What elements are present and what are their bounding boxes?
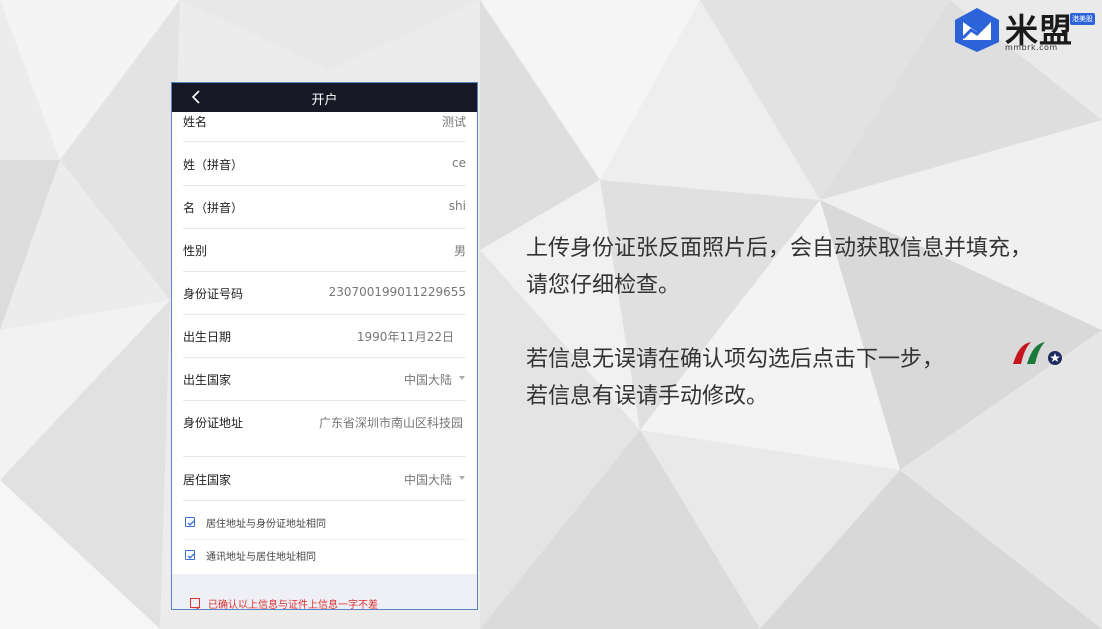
mail-chart-logo-icon [955, 8, 999, 52]
description-line: 若信息无误请在确认项勾选后点击下一步， [526, 347, 945, 372]
checkbox-label: 通讯地址与居住地址相同 [206, 552, 316, 563]
field-row-name[interactable]: 姓名 测试 [183, 99, 466, 142]
field-label: 出生国家 [183, 373, 232, 387]
dropdown-caret-icon [459, 376, 465, 380]
field-row-given-pinyin[interactable]: 名（拼音） shi [183, 185, 466, 229]
checkbox-label: 居住地址与身份证地址相同 [206, 519, 326, 530]
phone-screen: 开户 姓名 测试 姓（拼音） ce 名（拼音） shi 性别 男 身份证号码 2… [171, 82, 478, 610]
dropdown-caret-icon [459, 476, 465, 480]
field-value: 测试 [441, 115, 466, 129]
brand-logo: 米盟 港美股 mmbrk.com [951, 6, 1097, 56]
field-row-gender[interactable]: 性别 男 [183, 228, 466, 272]
field-value: 1990年11月22日 [356, 330, 454, 344]
field-value: 男 [453, 244, 466, 258]
stripes-star-logo-icon [1013, 342, 1062, 365]
checkbox-mailing-same[interactable]: 通讯地址与居住地址相同 [185, 540, 466, 572]
field-label: 姓（拼音） [183, 158, 244, 172]
confirm-label: 已确认以上信息与证件上信息一字不差 [208, 600, 378, 610]
field-label: 身份证号码 [183, 287, 244, 301]
field-row-id-number[interactable]: 身份证号码 230700199011229655 [183, 271, 466, 315]
field-label: 姓名 [183, 115, 208, 129]
logo-badge: 港美股 [1070, 13, 1095, 25]
field-label: 身份证地址 [183, 416, 244, 430]
description-line: 若信息有误请手动修改。 [526, 384, 769, 409]
description-line: 请您仔细检查。 [526, 273, 681, 298]
confirm-area: 已确认以上信息与证件上信息一字不差 [172, 574, 477, 610]
field-label: 名（拼音） [183, 201, 244, 215]
field-label: 居住国家 [183, 473, 232, 487]
field-label: 出生日期 [183, 330, 232, 344]
field-value: 中国大陆 [403, 373, 452, 387]
field-row-surname-pinyin[interactable]: 姓（拼音） ce [183, 142, 466, 186]
checkbox-checked-icon[interactable] [185, 517, 195, 527]
field-value: 广东省深圳市南山区科技园 [318, 416, 463, 430]
field-value: ce [452, 156, 466, 170]
checkbox-residence-same[interactable]: 居住地址与身份证地址相同 [185, 507, 466, 540]
checkbox-checked-icon[interactable] [185, 550, 195, 560]
field-row-id-address[interactable]: 身份证地址 广东省深圳市南山区科技园 [183, 400, 466, 454]
logo-domain: mmbrk.com [1005, 43, 1058, 52]
field-value: shi [448, 199, 466, 213]
field-value: 中国大陆 [403, 473, 452, 487]
field-label: 性别 [183, 244, 208, 258]
description-line: 上传身份证张反面照片后，会自动获取信息并填充， [526, 236, 1033, 261]
field-row-birth-date[interactable]: 出生日期 1990年11月22日 [183, 314, 466, 358]
confirm-checkbox-icon[interactable] [190, 598, 200, 609]
field-row-birth-country[interactable]: 出生国家 中国大陆 [183, 357, 466, 401]
background-pattern [0, 0, 1102, 629]
field-row-residence-country[interactable]: 居住国家 中国大陆 [183, 456, 466, 501]
field-value: 230700199011229655 [328, 285, 466, 299]
